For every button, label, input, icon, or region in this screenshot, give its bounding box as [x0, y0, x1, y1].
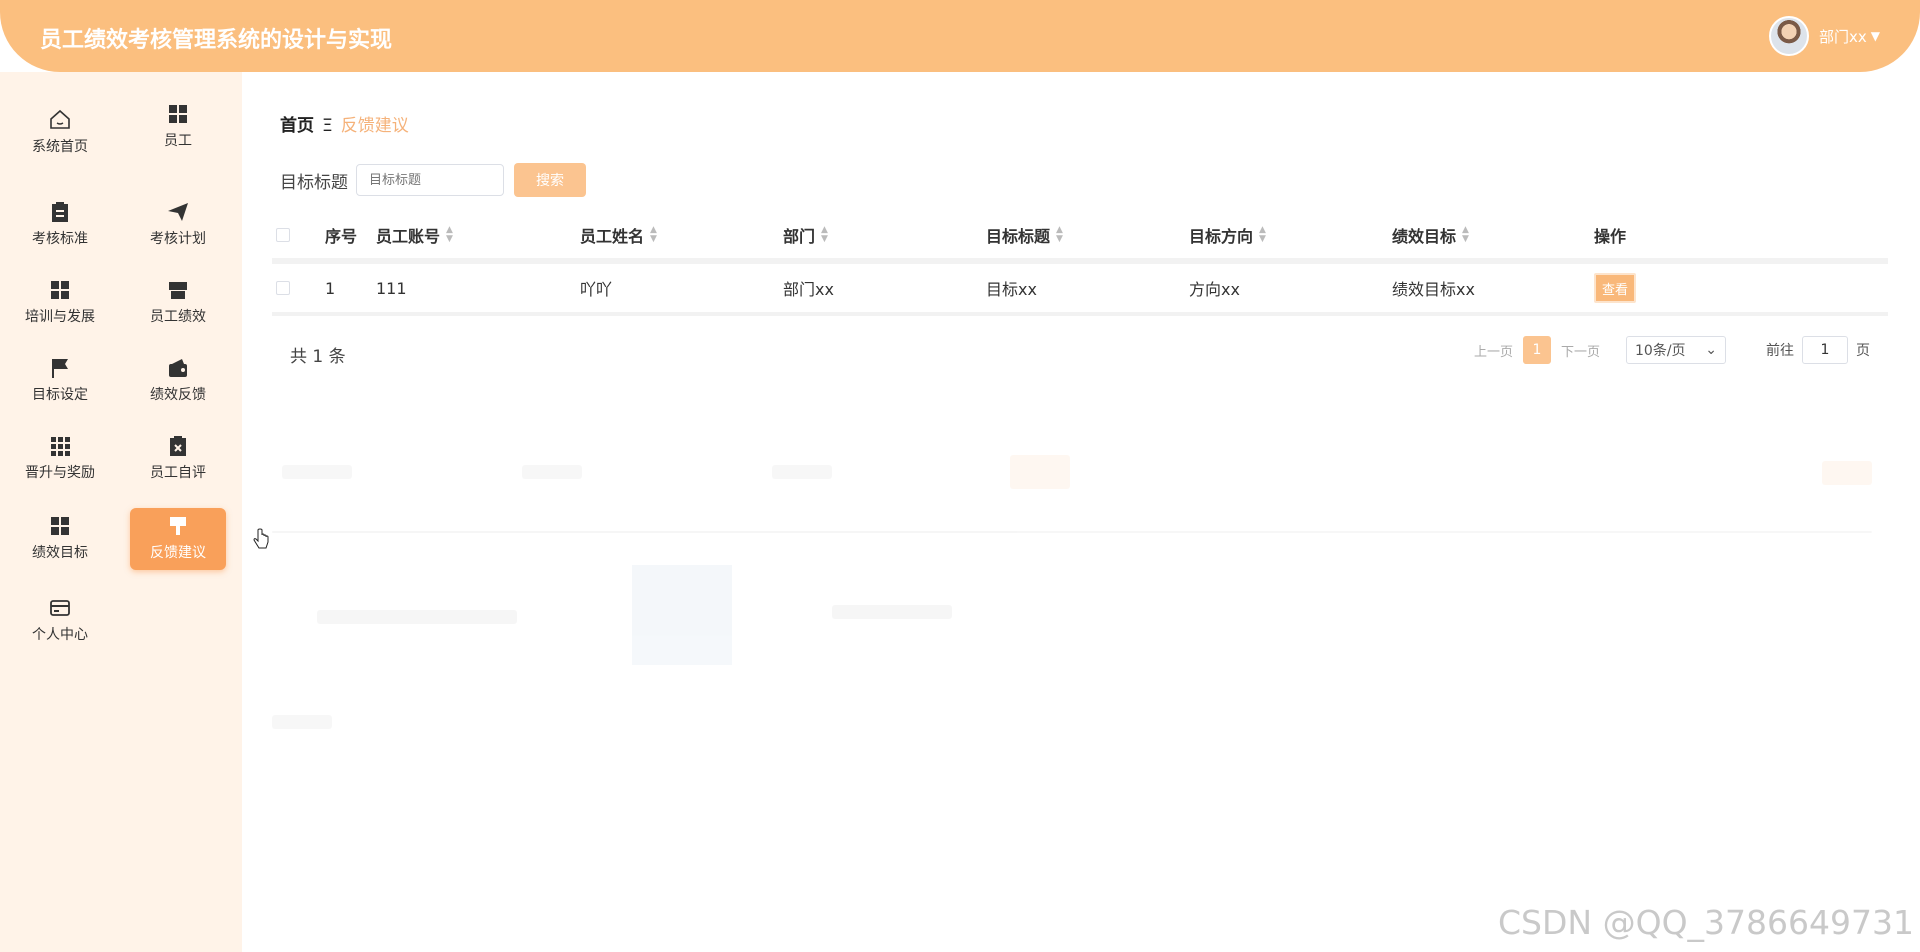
sidebar-item-standard[interactable]: 考核标准: [12, 194, 108, 256]
select-all-checkbox[interactable]: [276, 212, 290, 258]
column-header-perf-goal[interactable]: 绩效目标 ▲ ▼: [1392, 212, 1469, 258]
clipboard-x-icon: [130, 434, 226, 462]
flag-icon: [12, 356, 108, 384]
goto-page-input[interactable]: [1802, 336, 1848, 364]
breadcrumb-separator: Ξ: [322, 116, 333, 136]
column-header-name[interactable]: 员工姓名 ▲ ▼: [580, 212, 657, 258]
search-button[interactable]: 搜索: [514, 163, 586, 197]
sort-icon[interactable]: ▲ ▼: [1259, 226, 1266, 244]
breadcrumb-current: 反馈建议: [340, 116, 409, 136]
top-header: 员工绩效考核管理系统的设计与实现 部门xx ▼: [0, 0, 1920, 72]
view-button[interactable]: 查看: [1594, 273, 1637, 303]
prev-page-button[interactable]: 上一页: [1474, 341, 1513, 360]
breadcrumb-home[interactable]: 首页: [280, 116, 314, 136]
sidebar-item-label: 考核标准: [32, 231, 88, 247]
column-header-goal-title[interactable]: 目标标题 ▲ ▼: [986, 212, 1063, 258]
apps-icon: [12, 434, 108, 462]
page-suffix: 页: [1856, 343, 1870, 359]
search-label: 目标标题: [280, 172, 348, 193]
sidebar-item-self-eval[interactable]: 员工自评: [130, 428, 226, 490]
sort-icon[interactable]: ▲ ▼: [1056, 226, 1063, 244]
card-icon: [12, 596, 108, 624]
sort-icon[interactable]: ▲ ▼: [650, 226, 657, 244]
sidebar-item-label: 个人中心: [32, 627, 88, 643]
avatar[interactable]: [1769, 16, 1809, 56]
sidebar-item-label: 反馈建议: [150, 545, 206, 561]
wallet-icon: [130, 356, 226, 384]
cell-action: 查看: [1594, 264, 1637, 312]
sidebar-item-label: 绩效目标: [32, 545, 88, 561]
column-header-account[interactable]: 员工账号 ▲ ▼: [376, 212, 453, 258]
user-menu[interactable]: 部门xx ▼: [1769, 16, 1880, 56]
sort-icon[interactable]: ▲ ▼: [821, 226, 828, 244]
column-header-index: 序号: [325, 227, 358, 246]
total-count: 共 1 条: [290, 347, 346, 367]
caret-down-icon[interactable]: ▼: [1871, 29, 1880, 43]
sidebar-item-label: 培训与发展: [25, 309, 95, 325]
column-header-direction[interactable]: 目标方向 ▲ ▼: [1189, 212, 1266, 258]
cell-goal-title: 目标xx: [986, 280, 1037, 299]
brush-icon: [130, 514, 226, 542]
column-header-dept[interactable]: 部门 ▲ ▼: [783, 212, 828, 258]
cell-direction: 方向xx: [1189, 280, 1240, 299]
sidebar-item-suggestion[interactable]: 反馈建议: [130, 508, 226, 570]
sidebar-item-home[interactable]: 系统首页: [12, 102, 108, 164]
home-icon: [12, 108, 108, 136]
sidebar-item-performance[interactable]: 员工绩效: [130, 272, 226, 334]
user-name[interactable]: 部门xx: [1819, 26, 1867, 47]
sidebar-item-label: 晋升与奖励: [25, 465, 95, 481]
column-header-action: 操作: [1594, 227, 1627, 246]
next-page-button[interactable]: 下一页: [1561, 341, 1600, 360]
table-row: 1 111 吖吖 部门xx 目标xx 方向xx 绩效目标xx 查看: [272, 264, 1888, 316]
sidebar-item-label: 员工: [164, 133, 192, 149]
sort-icon[interactable]: ▲ ▼: [446, 226, 453, 244]
sidebar-item-label: 考核计划: [150, 231, 206, 247]
sidebar-item-perf-goal[interactable]: 绩效目标: [12, 508, 108, 570]
app-title: 员工绩效考核管理系统的设计与实现: [40, 28, 393, 53]
chevron-down-icon: ⌄: [1705, 342, 1717, 358]
sidebar-item-profile[interactable]: 个人中心: [12, 590, 108, 652]
grid-icon: [12, 278, 108, 306]
watermark: CSDN @QQ_3786649731: [1498, 903, 1914, 942]
store-icon: [130, 278, 226, 306]
page-size-select[interactable]: 10条/页 ⌄: [1626, 336, 1726, 364]
row-checkbox[interactable]: [276, 264, 290, 312]
sidebar: 系统首页 员工 考核标准 考核计划 培训与发展 员工绩效 目标设定 绩效反馈 晋…: [0, 72, 242, 952]
sidebar-item-label: 员工绩效: [150, 309, 206, 325]
sidebar-item-training[interactable]: 培训与发展: [12, 272, 108, 334]
cell-name: 吖吖: [580, 280, 613, 299]
sidebar-item-feedback[interactable]: 绩效反馈: [130, 350, 226, 412]
hand-cursor-icon: [253, 528, 269, 549]
sidebar-item-label: 系统首页: [32, 139, 88, 155]
sidebar-item-plan[interactable]: 考核计划: [130, 194, 226, 256]
cell-dept: 部门xx: [783, 280, 834, 299]
search-input[interactable]: [356, 164, 504, 196]
table-header: 序号 员工账号 ▲ ▼ 员工姓名 ▲ ▼ 部门 ▲ ▼ 目标标题 ▲ ▼ 目标方向 ▲ ▼ 绩效目标…: [272, 212, 1888, 264]
sort-icon[interactable]: ▲ ▼: [1462, 226, 1469, 244]
goto-page: 前往 页: [1766, 336, 1870, 364]
sidebar-item-promotion[interactable]: 晋升与奖励: [12, 428, 108, 490]
breadcrumb: 首页 Ξ 反馈建议: [280, 111, 409, 136]
page-number-current[interactable]: 1: [1522, 336, 1551, 364]
search-bar: 目标标题 搜索: [280, 163, 586, 197]
sidebar-item-goal-setting[interactable]: 目标设定: [12, 350, 108, 412]
sidebar-item-employee[interactable]: 员工: [130, 96, 226, 158]
sidebar-item-label: 员工自评: [150, 465, 206, 481]
grid-icon: [130, 102, 226, 130]
sidebar-item-label: 绩效反馈: [150, 387, 206, 403]
data-table: 序号 员工账号 ▲ ▼ 员工姓名 ▲ ▼ 部门 ▲ ▼ 目标标题 ▲ ▼ 目标方向 ▲ ▼ 绩效目标…: [272, 212, 1888, 316]
sidebar-item-label: 目标设定: [32, 387, 88, 403]
grid-icon: [12, 514, 108, 542]
faded-background-content: [272, 455, 1888, 735]
pagination: 上一页 1 下一页 10条/页⌄ 前往 页: [1464, 336, 1870, 364]
send-icon: [130, 200, 226, 228]
cell-perf-goal: 绩效目标xx: [1392, 280, 1475, 299]
cell-index: 1: [325, 278, 336, 298]
cell-account: 111: [376, 278, 407, 298]
clipboard-icon: [12, 200, 108, 228]
goto-label: 前往: [1766, 343, 1794, 359]
